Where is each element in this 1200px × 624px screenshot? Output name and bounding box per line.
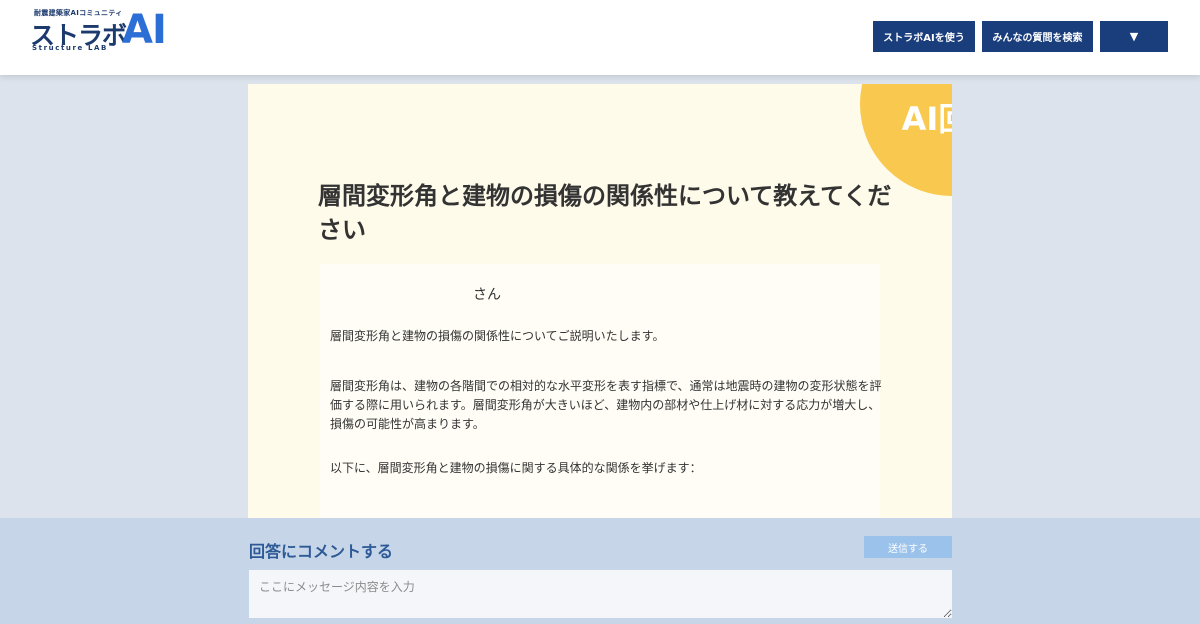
logo-ai-text: AI [122,7,167,53]
chevron-down-icon: ▼ [1129,30,1139,43]
menu-dropdown-button[interactable]: ▼ [1100,21,1168,52]
use-strabo-ai-button[interactable]: ストラボAIを使う [873,21,975,52]
comment-section: 回答にコメントする 送信する [0,518,1200,624]
send-button[interactable]: 送信する [864,536,952,558]
answer-paragraph: 層間変形角は、建物の各階間での相対的な水平変形を表す指標で、通常は地震時の建物の… [330,379,882,431]
logo-subtitle: Structure LAB [32,44,108,52]
logo[interactable]: 耐震建築家AIコミュニティ ストラボ AI Structure LAB [30,7,180,58]
ai-answer-badge-label: AI回答 [901,100,952,138]
search-questions-button[interactable]: みんなの質問を検索 [982,21,1093,52]
answer-card: AI回答 層間変形角と建物の損傷の関係性について教えてください さん 層間変形角… [248,84,952,524]
comment-title: 回答にコメントする [249,542,394,561]
answer-paragraph: 以下に、層間変形角と建物の損傷に関する具体的な関係を挙げます： [330,461,702,475]
greeting-text: さん [473,287,501,303]
answer-paragraph: 層間変形角と建物の損傷の関係性についてご説明いたします。 [330,329,665,343]
question-title: 層間変形角と建物の損傷の関係性について教えてください [318,182,892,244]
site-header: 耐震建築家AIコミュニティ ストラボ AI Structure LAB ストラボ… [0,0,1200,75]
message-input[interactable] [249,570,952,618]
